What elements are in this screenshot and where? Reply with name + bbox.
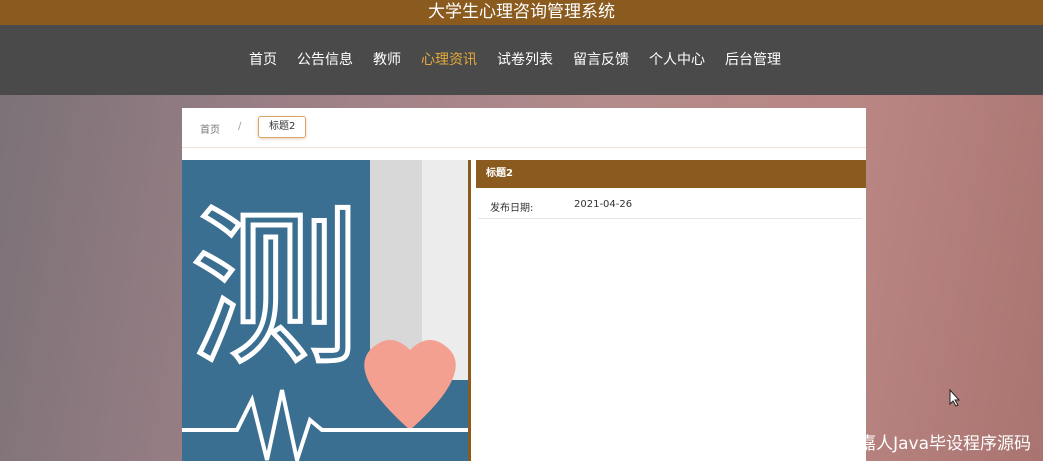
- nav-item-teachers[interactable]: 教师: [373, 49, 401, 71]
- article-title: 标题2: [486, 168, 513, 179]
- breadcrumb: 首页 / 标题2: [182, 108, 866, 148]
- date-label: 发布日期:: [490, 203, 534, 214]
- breadcrumb-current: 标题2: [258, 116, 307, 138]
- main-nav-list: 首页 公告信息 教师 心理资讯 试卷列表 留言反馈 个人中心 后台管理: [249, 49, 801, 71]
- date-value: 2021-04-26: [574, 199, 633, 210]
- article-title-header: 标题2: [476, 160, 866, 188]
- nav-item-home[interactable]: 首页: [249, 49, 277, 71]
- breadcrumb-separator: /: [238, 121, 242, 132]
- content-card: 首页 / 标题2 测 标题2 发布日期: 2021-04-26: [182, 108, 866, 461]
- nav-item-psych-news[interactable]: 心理资讯: [421, 49, 477, 71]
- watermark: CSDN @嘉人Java毕设程序源码: [788, 434, 1031, 454]
- article-date-row: 发布日期: 2021-04-26: [478, 194, 862, 219]
- article-image-graphic: 测: [182, 160, 468, 461]
- article-image: 测: [182, 160, 468, 461]
- nav-item-announcements[interactable]: 公告信息: [297, 49, 353, 71]
- breadcrumb-home-link[interactable]: 首页: [200, 121, 220, 136]
- nav-item-profile[interactable]: 个人中心: [649, 49, 705, 71]
- nav-item-admin[interactable]: 后台管理: [725, 49, 781, 71]
- main-nav-bar: 首页 公告信息 教师 心理资讯 试卷列表 留言反馈 个人中心 后台管理: [0, 25, 1043, 95]
- nav-item-feedback[interactable]: 留言反馈: [573, 49, 629, 71]
- article-image-character: 测: [190, 191, 360, 389]
- site-title: 大学生心理咨询管理系统: [428, 2, 615, 22]
- site-title-bar: 大学生心理咨询管理系统: [0, 0, 1043, 25]
- cursor-icon: [949, 389, 961, 407]
- nav-item-exam-list[interactable]: 试卷列表: [497, 49, 553, 71]
